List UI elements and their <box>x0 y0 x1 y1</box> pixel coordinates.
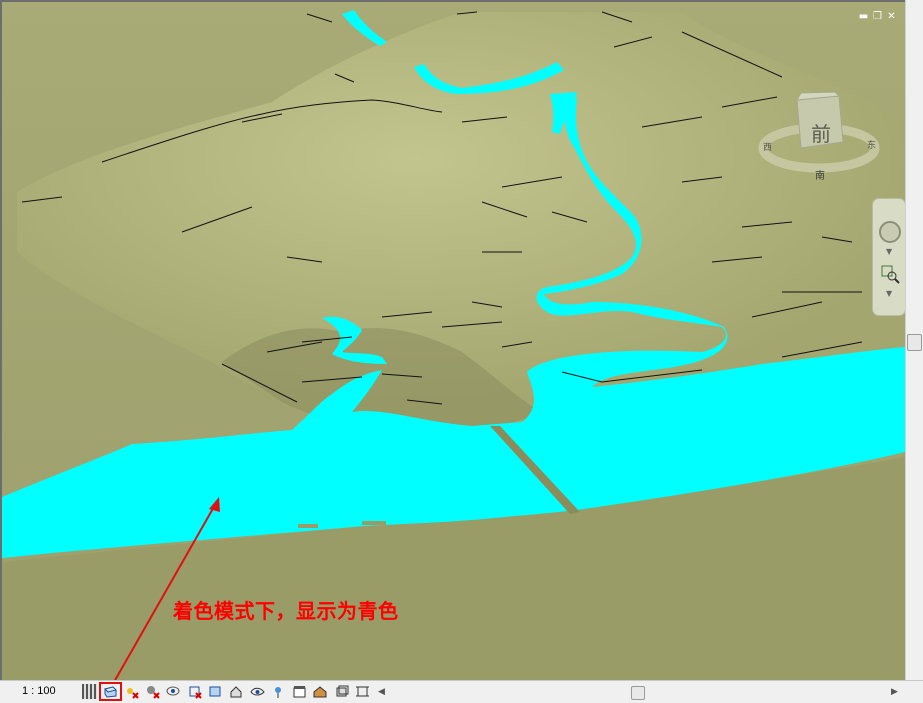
vertical-scroll-thumb[interactable] <box>907 334 922 351</box>
3d-viewport[interactable]: ▬ ❐ ✕ 西 东 前 南 ▼ ▼ 着色模式下，显示为青色 <box>0 0 905 680</box>
viewcube-face-front[interactable]: 前 <box>807 118 835 147</box>
visual-style-highlight <box>99 682 122 701</box>
close-button[interactable]: ✕ <box>886 12 897 23</box>
temporary-hide-icon[interactable] <box>250 684 265 699</box>
vertical-scrollbar[interactable] <box>905 0 923 680</box>
minimize-button[interactable]: ▬ <box>858 12 869 23</box>
viewcube[interactable]: 西 东 前 南 <box>757 90 887 190</box>
show-crop-icon[interactable] <box>208 684 223 699</box>
zoom-region-icon[interactable] <box>879 263 901 285</box>
svg-text:东: 东 <box>867 139 876 151</box>
chevron-down-icon[interactable]: ▼ <box>886 289 892 298</box>
viewport-window-controls: ▬ ❐ ✕ <box>858 12 897 23</box>
horizontal-scrollbar[interactable]: ◀ ▶ <box>378 686 903 700</box>
detail-level-icon[interactable] <box>82 684 97 699</box>
navigation-bar: ▼ ▼ <box>872 198 905 316</box>
render-icon[interactable] <box>166 684 181 699</box>
svg-text:西: 西 <box>763 142 772 153</box>
unlock-3d-icon[interactable] <box>229 684 244 699</box>
scroll-left-arrow[interactable]: ◀ <box>378 687 385 697</box>
view-scale[interactable]: 1 : 100 <box>22 685 56 697</box>
sun-path-icon[interactable] <box>124 684 139 699</box>
restore-button[interactable]: ❐ <box>872 12 883 23</box>
chevron-down-icon[interactable]: ▼ <box>886 247 892 256</box>
scroll-right-arrow[interactable]: ▶ <box>891 687 898 697</box>
annotation-text: 着色模式下，显示为青色 <box>173 599 399 623</box>
horizontal-scroll-thumb[interactable] <box>631 686 645 700</box>
constraints-icon[interactable] <box>355 684 370 699</box>
worksharing-icon[interactable] <box>292 684 307 699</box>
view-control-bar: 1 : 100 ◀ ▶ <box>0 680 923 703</box>
viewcube-compass-south[interactable]: 南 <box>815 167 825 182</box>
steering-wheel-icon[interactable] <box>879 221 901 243</box>
shadows-icon[interactable] <box>145 684 160 699</box>
design-options-icon[interactable] <box>313 684 328 699</box>
reveal-hidden-icon[interactable] <box>271 684 286 699</box>
crop-view-icon[interactable] <box>187 684 202 699</box>
analytical-model-icon[interactable] <box>334 684 349 699</box>
